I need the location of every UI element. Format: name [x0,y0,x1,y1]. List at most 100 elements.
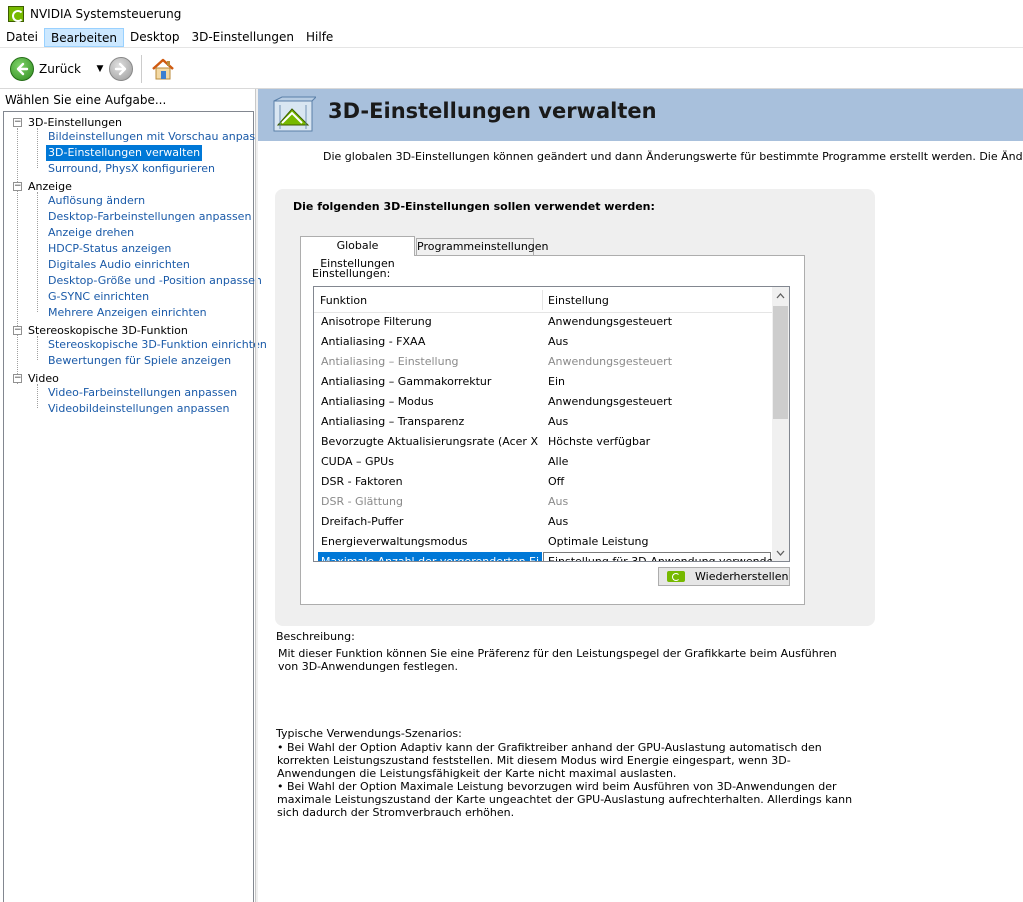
settings-row[interactable]: Bevorzugte Aktualisierungsrate (Acer XB2… [314,432,772,452]
home-icon[interactable] [150,56,176,82]
setting-value: Aus [548,335,569,348]
setting-function: Energieverwaltungsmodus [321,535,468,548]
setting-value: Anwendungsgesteuert [548,315,673,328]
tab-globale-einstellungen[interactable]: Globale Einstellungen [300,236,415,270]
tree-category-anzeige[interactable]: − Anzeige [13,178,72,194]
setting-function: Antialiasing – Transparenz [321,415,465,428]
setting-function: Dreifach-Puffer [321,515,404,528]
menu-bearbeiten[interactable]: Bearbeiten [44,28,124,47]
tree-category-label: Stereoskopische 3D-Funktion [28,323,188,337]
menu-hilfe[interactable]: Hilfe [300,28,339,47]
tree-item-video-farbeinstellungen[interactable]: Video-Farbeinstellungen anpassen [46,385,239,401]
back-button[interactable]: Zurück [39,62,81,76]
setting-value: Höchste verfügbar [548,435,651,448]
scroll-down-icon[interactable] [772,544,789,561]
tree-item-desktop-farbeinstellungen[interactable]: Desktop-Farbeinstellungen anpassen [46,209,253,225]
tree-item-stereo-einrichten[interactable]: Stereoskopische 3D-Funktion einrichten [46,337,269,353]
collapse-icon[interactable]: − [13,181,22,191]
setting-value: Optimale Leistung [548,535,649,548]
menu-datei[interactable]: Datei [0,28,44,47]
tree-category-label: 3D-Einstellungen [28,115,123,129]
menu-desktop[interactable]: Desktop [124,28,186,47]
page-title: 3D-Einstellungen verwalten [328,99,657,123]
settings-row[interactable]: Energieverwaltungsmodus Optimale Leistung [314,532,772,552]
nvidia-logo-icon [8,6,24,22]
column-header-einstellung[interactable]: Einstellung [548,294,609,307]
tree-category-label: Anzeige [28,179,72,193]
setting-value: Alle [548,455,569,468]
collapse-icon[interactable]: − [13,325,22,335]
settings-row[interactable]: Antialiasing – Modus Anwendungsgesteuert [314,392,772,412]
settings-row[interactable]: CUDA – GPUs Alle [314,452,772,472]
tree-item-aufloesung[interactable]: Auflösung ändern [46,193,147,209]
settings-list: Funktion Einstellung Anisotrope Filterun… [313,286,790,562]
settings-row[interactable]: Anisotrope Filterung Anwendungsgesteuert [314,312,772,332]
restore-button[interactable]: Wiederherstellen [658,567,790,586]
tree-connector [37,384,38,408]
setting-value: Aus [548,415,569,428]
setting-function: Antialiasing – Einstellung [321,355,459,368]
settings-row[interactable]: Antialiasing - FXAA Aus [314,332,772,352]
chevron-down-icon[interactable]: ▼ [95,64,105,74]
back-arrow-icon[interactable] [10,56,34,81]
collapse-icon[interactable]: − [13,373,22,383]
settings-row[interactable]: Antialiasing – Gammakorrektur Ein [314,372,772,392]
setting-function: Anisotrope Filterung [321,315,432,328]
vertical-scrollbar[interactable] [772,287,789,561]
setting-value: Einstellung für 3D-Anwendung verwenden [548,555,781,562]
panel-splitter[interactable] [255,89,258,902]
tree-connector [37,192,38,312]
settings-row[interactable]: Antialiasing – Einstellung Anwendungsgest… [314,352,772,372]
page-header: 3D-Einstellungen verwalten [258,89,1023,141]
window-title: NVIDIA Systemsteuerung [30,7,182,21]
settings-label: Einstellungen: [312,267,391,280]
tree-item-digitales-audio[interactable]: Digitales Audio einrichten [46,257,192,273]
menu-3d-einstellungen[interactable]: 3D-Einstellungen [185,28,300,47]
settings-row[interactable]: Maximale Anzahl der vorgerenderten Einze… [314,552,780,561]
tree-item-bildeinstellungen[interactable]: Bildeinstellungen mit Vorschau anpassen [46,129,277,145]
settings-row[interactable]: DSR - Faktoren Off [314,472,772,492]
collapse-icon[interactable]: − [13,117,22,127]
task-tree: − 3D-Einstellungen Bildeinstellungen mit… [3,111,275,902]
tree-item-anzeige-drehen[interactable]: Anzeige drehen [46,225,136,241]
tree-connector [17,128,18,384]
description-text: Mit dieser Funktion können Sie eine Präf… [278,647,837,673]
intro-text: Die globalen 3D-Einstellungen können geä… [323,150,1023,163]
tab-programmeinstellungen[interactable]: Programmeinstellungen [416,238,549,256]
setting-function: Antialiasing - FXAA [321,335,426,348]
setting-function: CUDA – GPUs [321,455,394,468]
setting-value: Aus [548,495,569,508]
tree-item-bewertungen-spiele[interactable]: Bewertungen für Spiele anzeigen [46,353,233,369]
scrollbar-thumb[interactable] [773,306,788,419]
setting-function: DSR - Faktoren [321,475,403,488]
column-header-funktion[interactable]: Funktion [320,294,367,307]
usage-item: • Bei Wahl der Option Maximale Leistung … [277,780,853,819]
toolbar: Zurück ▼ [0,49,1023,89]
settings-row[interactable]: DSR - Glättung Aus [314,492,772,512]
toolbar-separator [140,54,142,83]
settings-row[interactable]: Dreifach-Puffer Aus [314,512,772,532]
tree-connector [37,336,38,360]
description-label: Beschreibung: [276,630,355,643]
3d-settings-icon [273,96,316,132]
tree-item-desktop-groesse[interactable]: Desktop-Größe und -Position anpassen [46,273,264,289]
tree-item-videobildeinstellungen[interactable]: Videobildeinstellungen anpassen [46,401,231,417]
tree-item-mehrere-anzeigen[interactable]: Mehrere Anzeigen einrichten [46,305,209,321]
tree-item-hdcp-status[interactable]: HDCP-Status anzeigen [46,241,173,257]
tree-item-surround-physx[interactable]: Surround, PhysX konfigurieren [46,161,217,177]
tree-item-g-sync[interactable]: G-SYNC einrichten [46,289,151,305]
forward-arrow-icon[interactable] [108,56,133,81]
setting-value: Aus [548,515,569,528]
scroll-up-icon[interactable] [772,287,789,304]
tree-category-video[interactable]: − Video [13,370,59,386]
usage-item: • Bei Wahl der Option Adaptiv kann der G… [277,741,822,780]
tree-category-3d-einstellungen[interactable]: − 3D-Einstellungen [13,114,122,130]
menu-bar: Datei Bearbeiten Desktop 3D-Einstellunge… [0,28,1023,48]
settings-row[interactable]: Antialiasing – Transparenz Aus [314,412,772,432]
setting-value: Ein [548,375,565,388]
nvidia-logo-icon [667,571,685,582]
tree-category-stereoskopisch[interactable]: − Stereoskopische 3D-Funktion [13,322,188,338]
tree-item-3d-einstellungen-verwalten[interactable]: 3D-Einstellungen verwalten [46,145,203,161]
column-divider[interactable] [542,290,543,310]
tree-category-label: Video [28,371,59,385]
